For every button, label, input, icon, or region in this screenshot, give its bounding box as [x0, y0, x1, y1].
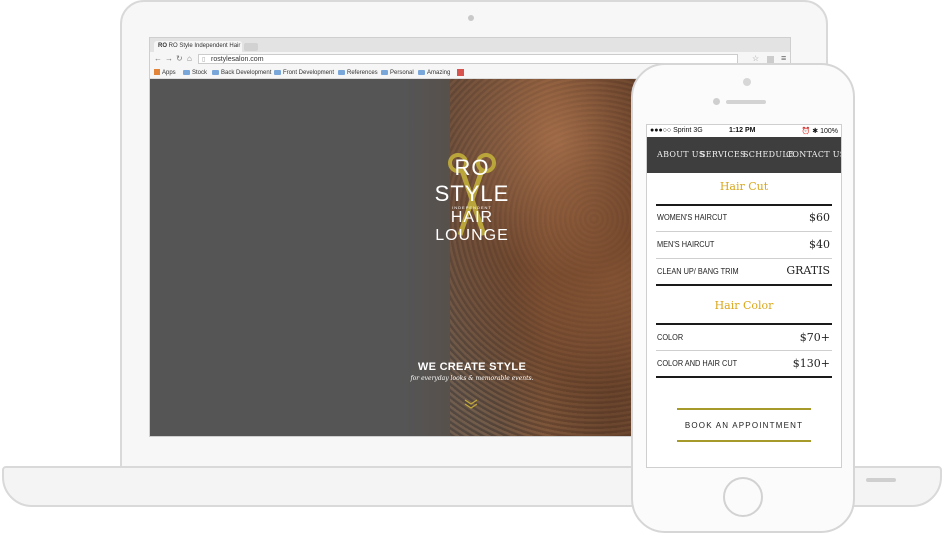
divider	[656, 350, 832, 351]
bookmark-back-development[interactable]: Back Development	[212, 69, 271, 77]
service-label: CLEAN UP/ BANG TRIM	[657, 267, 739, 276]
bookmark-extra-icon[interactable]	[457, 69, 464, 76]
carrier-signal: ●●●○○ Sprint 3G	[650, 127, 703, 134]
bookmark-stock[interactable]: Stock	[183, 69, 207, 77]
tab-logo: RO	[158, 43, 167, 49]
bookmark-front-development[interactable]: Front Development	[274, 69, 334, 77]
hero-subline: for everyday looks & memorable events.	[410, 375, 534, 382]
chevron-down-icon[interactable]	[464, 399, 478, 409]
bookmark-personal[interactable]: Personal	[381, 69, 414, 77]
bookmark-apps[interactable]: Apps	[154, 69, 176, 77]
bookmark-label: Back Development	[221, 70, 272, 76]
nav-about-us[interactable]: ABOUT US	[657, 150, 705, 159]
bookmark-label: Front Development	[283, 70, 335, 76]
folder-icon	[212, 69, 219, 75]
service-price: $40	[809, 238, 830, 251]
mobile-nav: ABOUT US SERVICES SCHEDULE CONTACT US	[647, 137, 841, 173]
service-price: $60	[809, 211, 830, 224]
bookmark-amazing[interactable]: Amazing	[418, 69, 450, 77]
book-appointment-button[interactable]: BOOK AN APPOINTMENT	[677, 417, 811, 435]
nav-contact-us[interactable]: CONTACT US	[786, 150, 841, 159]
divider	[656, 258, 832, 259]
laptop-notch	[866, 478, 896, 482]
folder-icon	[381, 69, 388, 75]
service-label: COLOR	[657, 333, 684, 342]
menu-icon[interactable]: ≡	[781, 53, 786, 63]
hero-tagline: WE CREATE STYLE for everyday looks & mem…	[382, 361, 562, 382]
logo-line-1: RO STYLE	[434, 155, 510, 206]
phone-camera	[713, 98, 720, 105]
status-bar: ●●●○○ Sprint 3G 1:12 PM ⏰ ✱ 100%	[647, 125, 841, 137]
divider	[656, 284, 832, 286]
nav-services[interactable]: SERVICES	[700, 150, 746, 159]
service-price: $130+	[792, 357, 830, 370]
apps-icon	[154, 69, 160, 76]
phone-sensor	[743, 78, 751, 86]
bookmark-label: Personal	[390, 70, 414, 76]
section-title-haircolor: Hair Color	[714, 299, 774, 312]
logo-line-3: HAIR LOUNGE	[435, 209, 509, 244]
phone-home-button[interactable]	[723, 477, 763, 517]
forward-icon[interactable]: →	[165, 54, 173, 64]
hero-headline: WE CREATE STYLE	[417, 361, 527, 373]
cta-bottom-line	[677, 440, 811, 442]
service-label: MEN'S HAIRCUT	[657, 240, 715, 249]
folder-icon	[338, 69, 345, 75]
back-icon[interactable]: ←	[154, 54, 162, 64]
new-tab-button[interactable]	[244, 43, 258, 51]
section-title-haircut: Hair Cut	[719, 180, 769, 193]
bookmark-label: Stock	[192, 70, 208, 76]
url-text: rostylesalon.com	[211, 56, 264, 63]
phone-speaker	[726, 100, 766, 104]
status-time: 1:12 PM	[729, 127, 756, 134]
address-bar[interactable]: ▯ rostylesalon.com	[198, 54, 738, 64]
home-icon[interactable]: ⌂	[187, 54, 192, 64]
service-price: $70+	[799, 331, 830, 344]
service-label: WOMEN'S HAIRCUT	[657, 213, 728, 222]
folder-icon	[274, 69, 281, 75]
bookmark-label: Apps	[162, 70, 176, 76]
bookmark-label: Amazing	[427, 70, 451, 76]
divider	[656, 376, 832, 378]
service-label: COLOR AND HAIR CUT	[657, 359, 738, 368]
site-logo[interactable]: RO STYLE INDEPENDENT HAIR LOUNGE	[422, 153, 522, 245]
folder-icon	[418, 69, 425, 75]
tab-strip: RO RO Style Independent Hair	[150, 38, 790, 52]
laptop-camera	[468, 15, 474, 21]
divider	[656, 204, 832, 206]
tab-title: RO Style Independent Hair	[168, 43, 241, 49]
battery-status: ⏰ ✱ 100%	[801, 128, 838, 135]
divider	[656, 231, 832, 232]
phone-screen: ●●●○○ Sprint 3G 1:12 PM ⏰ ✱ 100% ABOUT U…	[646, 124, 842, 468]
extension-icon[interactable]	[767, 56, 774, 63]
page-icon: ▯	[202, 57, 206, 63]
service-price: GRATIS	[786, 264, 830, 277]
bookmark-label: References	[347, 70, 378, 76]
reload-icon[interactable]: ↻	[176, 54, 183, 64]
bookmark-references[interactable]: References	[338, 69, 378, 77]
cta-top-line	[677, 408, 811, 410]
bookmark-star-icon[interactable]: ☆	[752, 54, 759, 63]
browser-tab[interactable]: RO RO Style Independent Hair	[154, 41, 242, 52]
divider	[656, 323, 832, 325]
folder-icon	[183, 69, 190, 75]
